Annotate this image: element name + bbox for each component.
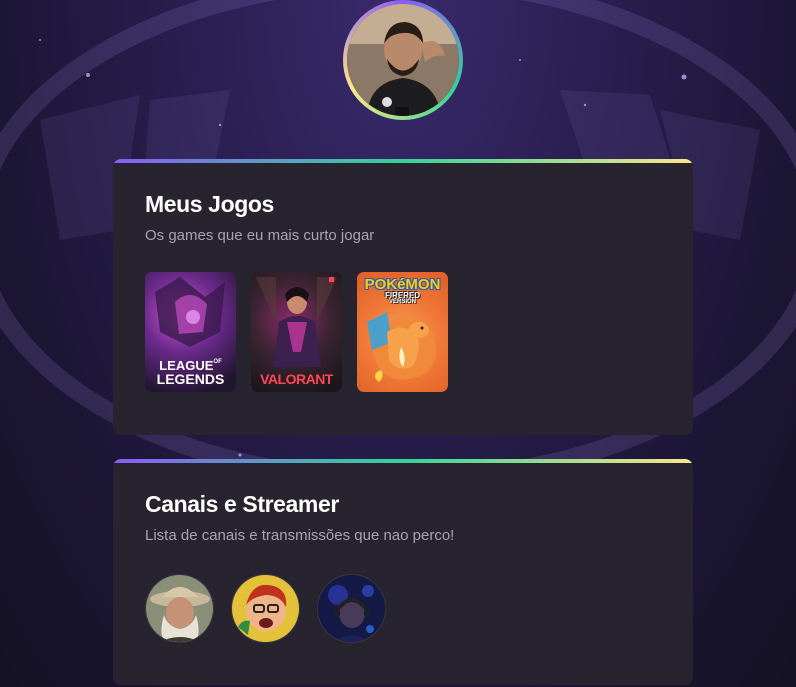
- streamers-card: Canais e Streamer Lista de canais e tran…: [113, 459, 693, 685]
- pokemon-version-text: VERSION: [388, 298, 416, 305]
- game-tile-pokemon-firered[interactable]: POKéMON FIRERED VERSION: [357, 272, 448, 392]
- games-list: LEAGUEOF LEGENDS VALORANT POKéMON FIRERE…: [145, 272, 661, 392]
- streamer-avatar-1[interactable]: [145, 574, 214, 643]
- games-card-subtitle: Os games que eu mais curto jogar: [145, 227, 375, 244]
- streamer-avatar-3[interactable]: [317, 574, 386, 643]
- lol-line2: LEGENDS: [156, 370, 225, 387]
- profile-photo: [347, 4, 459, 116]
- streamers-list: [145, 574, 661, 643]
- valorant-logo-text: VALORANT: [260, 370, 333, 387]
- lol-of: OF: [213, 359, 222, 366]
- streamer-avatar-2[interactable]: [231, 574, 300, 643]
- game-tile-league-of-legends[interactable]: LEAGUEOF LEGENDS: [145, 272, 236, 392]
- games-card-title: Meus Jogos: [145, 191, 274, 217]
- pokemon-logo-text: POKéMON: [364, 276, 441, 293]
- streamers-card-subtitle: Lista de canais e transmissões que nao p…: [145, 527, 455, 544]
- game-tile-valorant[interactable]: VALORANT: [251, 272, 342, 392]
- streamers-card-title: Canais e Streamer: [145, 491, 339, 517]
- profile-avatar: [343, 0, 463, 120]
- games-card: Meus Jogos Os games que eu mais curto jo…: [113, 159, 693, 435]
